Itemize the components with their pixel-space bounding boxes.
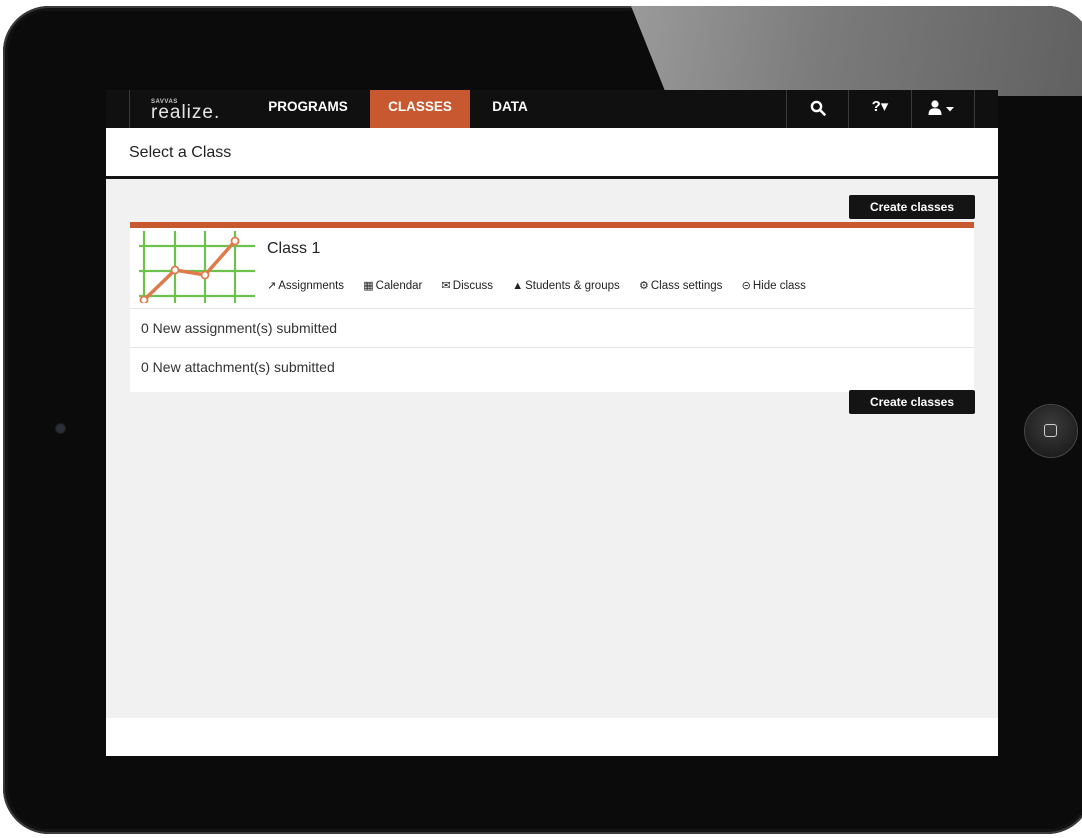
assignments-submitted-text: 0 New assignment(s) submitted xyxy=(141,320,338,336)
realize-logo[interactable]: SAVVAS realize. xyxy=(151,99,241,123)
assignments-label: Assignments xyxy=(278,280,345,292)
account-menu-button[interactable] xyxy=(912,90,974,128)
class-settings-link[interactable]: ⚙ Class settings xyxy=(639,279,722,292)
screen-glare xyxy=(631,6,1082,96)
assignments-submitted-row[interactable]: 0 New assignment(s) submitted xyxy=(130,308,974,347)
discuss-link[interactable]: ✉ Discuss xyxy=(442,279,493,292)
tab-classes[interactable]: CLASSES xyxy=(370,90,470,128)
calendar-label: Calendar xyxy=(375,280,423,292)
user-icon: ▲ xyxy=(512,280,524,292)
logo-text: realize. xyxy=(151,102,221,123)
discuss-label: Discuss xyxy=(452,280,494,292)
hide-class-link[interactable]: ⊝ Hide class xyxy=(742,279,806,292)
tab-data[interactable]: DATA xyxy=(480,90,540,128)
minus-circle-icon: ⊝ xyxy=(741,280,751,292)
calendar-link[interactable]: ▦ Calendar xyxy=(363,279,422,292)
screen-footer xyxy=(106,718,998,756)
create-classes-button[interactable]: Create classes xyxy=(849,195,975,219)
nav-divider xyxy=(129,90,130,128)
create-classes-button-bottom[interactable]: Create classes xyxy=(849,390,975,414)
page-title: Select a Class xyxy=(129,144,232,161)
tab-programs[interactable]: PROGRAMS xyxy=(258,90,358,128)
user-icon xyxy=(928,100,954,115)
app-screen: SAVVAS realize. PROGRAMS CLASSES DATA ?▾… xyxy=(106,90,998,756)
search-icon xyxy=(810,100,826,116)
students-groups-label: Students & groups xyxy=(525,280,620,292)
page-header: Select a Class xyxy=(106,128,998,179)
discuss-icon: ✉ xyxy=(441,280,451,292)
students-groups-link[interactable]: ▲ Students & groups xyxy=(512,280,620,292)
class-settings-label: Class settings xyxy=(650,280,723,292)
help-menu-button[interactable]: ?▾ xyxy=(849,90,911,128)
camera xyxy=(56,424,65,433)
home-button-icon xyxy=(1044,424,1057,437)
calendar-icon: ▦ xyxy=(363,280,374,292)
assignments-link[interactable]: ↗ Assignments xyxy=(267,279,344,292)
search-button[interactable] xyxy=(787,90,848,128)
top-navbar: SAVVAS realize. PROGRAMS CLASSES DATA ?▾ xyxy=(106,90,998,128)
assignments-icon: ↗ xyxy=(267,280,277,292)
class-card: Class 1 ↗ Assignments ▦ Calendar ✉ Discuss … xyxy=(130,222,974,392)
attachments-submitted-row[interactable]: 0 New attachment(s) submitted xyxy=(130,347,974,386)
gear-icon: ⚙ xyxy=(638,280,649,292)
class-thumbnail[interactable] xyxy=(139,231,255,303)
nav-divider xyxy=(974,90,975,128)
attachments-submitted-text: 0 New attachment(s) submitted xyxy=(141,359,335,375)
hide-class-label: Hide class xyxy=(752,280,806,292)
class-name[interactable]: Class 1 xyxy=(267,240,320,258)
class-actions: ↗ Assignments ▦ Calendar ✉ Discuss ▲ Student… xyxy=(267,279,822,292)
